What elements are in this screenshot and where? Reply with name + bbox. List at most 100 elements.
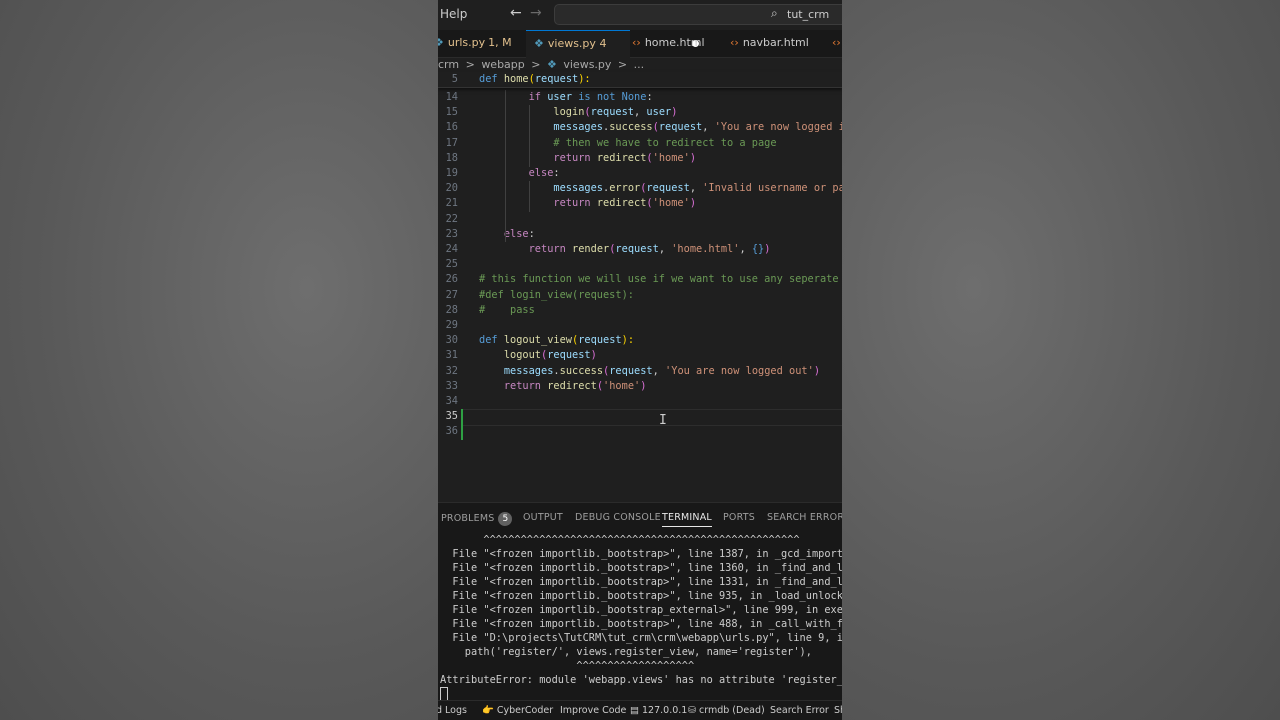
status-search-error[interactable]: Search Error <box>770 705 829 716</box>
arrow-right-icon[interactable]: → <box>530 5 542 21</box>
panel-tab-debug-console[interactable]: DEBUG CONSOLE <box>575 512 661 523</box>
code-line[interactable]: 15 login(request, user) <box>438 105 842 120</box>
terminal-output[interactable]: ^^^^^^^^^^^^^^^^^^^^^^^^^^^^^^^^^^^^^^^^… <box>440 533 842 701</box>
status-database-connection[interactable]: ⛁ crmdb (Dead) <box>688 705 765 716</box>
code-token: messages <box>553 182 604 195</box>
code-token: return <box>553 197 597 210</box>
code-line[interactable]: 18 return redirect('home') <box>438 151 842 166</box>
indent-guide <box>505 90 506 242</box>
code-token: , <box>739 243 752 255</box>
code-token: def <box>479 334 504 347</box>
code-token: : <box>528 227 535 240</box>
code-token: ): <box>578 73 591 85</box>
status-label: CyberCoder <box>496 705 554 716</box>
sticky-scroll-line[interactable]: 5 def home(request): <box>438 72 842 88</box>
code-line[interactable]: 25 <box>438 257 842 272</box>
code-line[interactable]: 34 <box>438 394 842 409</box>
code-line[interactable]: 23 else: <box>438 227 842 242</box>
tab-views-py[interactable]: ❖ views.py 4 <box>526 30 699 58</box>
status-overflow[interactable]: Sh <box>834 705 842 716</box>
breadcrumb-symbols[interactable]: ... <box>634 58 645 71</box>
code-line[interactable]: 28 # pass <box>438 303 842 318</box>
panel-tab-ports[interactable]: PORTS <box>723 512 755 523</box>
code-token: request <box>646 182 690 195</box>
code-line[interactable]: 14 if user is not None: <box>438 90 842 105</box>
breadcrumb-webapp[interactable]: webapp <box>481 58 524 71</box>
tab-label: PROBLEMS <box>441 513 495 524</box>
tab-badge: 4 <box>599 37 607 50</box>
status-cybercoder[interactable]: 👉 CyberCoder <box>482 705 553 716</box>
panel-tab-search-error[interactable]: SEARCH ERROR <box>767 512 842 523</box>
tab-label: urls.py <box>447 36 486 49</box>
tab-navbar-html[interactable]: ‹› navbar.html <box>730 30 809 57</box>
code-line[interactable]: 16 messages.success(request, 'You are no… <box>438 120 842 135</box>
code-line[interactable]: 32 messages.success(request, 'You are no… <box>438 364 842 379</box>
code-line[interactable]: 27 #def login_view(request): <box>438 288 842 303</box>
status-improve-code[interactable]: Improve Code <box>560 705 626 716</box>
code-token: , <box>689 182 703 195</box>
code-token: messages <box>503 364 554 377</box>
code-token: redirect <box>596 151 647 164</box>
terminal-prompt[interactable] <box>440 687 842 701</box>
problems-count-badge: 5 <box>498 512 513 526</box>
tab-home-html[interactable]: ‹› home.html <box>632 30 705 57</box>
code-text: messages.success(request, 'You are now l… <box>479 364 820 379</box>
code-text: def logout_view(request): <box>479 333 634 348</box>
code-line[interactable]: 22 <box>438 212 842 227</box>
menu-help[interactable]: Help <box>440 7 467 21</box>
code-line[interactable]: 24 return render(request, 'home.html', {… <box>438 242 842 257</box>
command-center-search[interactable]: ⌕ tut_crm <box>554 4 842 25</box>
line-number: 34 <box>445 395 458 407</box>
database-icon: ▤ <box>630 705 639 716</box>
code-token: , <box>702 121 715 134</box>
code-line[interactable]: 20 messages.error(request, 'Invalid user… <box>438 181 842 196</box>
code-line[interactable]: 26 # this function we will use if we want… <box>438 272 842 287</box>
status-database-host[interactable]: ▤ 127.0.0.1 <box>630 705 687 716</box>
line-number: 25 <box>445 258 458 271</box>
tab-overflow[interactable]: ‹› <box>832 30 842 57</box>
panel-tab-problems[interactable]: PROBLEMS 5 <box>441 512 513 526</box>
code-text: return redirect('home') <box>479 151 696 166</box>
code-token: ) <box>689 197 697 210</box>
terminal-line: File "<frozen importlib._bootstrap_exter… <box>440 604 842 616</box>
chevron-right-icon: > <box>617 58 628 71</box>
code-line[interactable]: 17 # then we have to redirect to a page <box>438 136 842 151</box>
panel-tab-terminal[interactable]: TERMINAL <box>662 512 712 527</box>
panel-tab-output[interactable]: OUTPUT <box>523 512 563 523</box>
line-number: 35 <box>445 410 458 423</box>
tab-urls-py[interactable]: ❖ urls.py 1, M <box>438 30 512 57</box>
code-line[interactable]: 35 <box>438 409 842 424</box>
html-file-icon: ‹› <box>632 36 641 49</box>
code-token: , <box>658 243 672 255</box>
code-token: 'You are now logged out' <box>665 364 814 377</box>
code-token: request <box>615 243 659 255</box>
code-line[interactable]: 21 return redirect('home') <box>438 196 842 211</box>
code-token: 'home' <box>652 151 690 164</box>
code-line[interactable]: 19 else: <box>438 166 842 181</box>
code-token: , <box>652 364 666 377</box>
editor-tabs: ❖ urls.py 1, M ❖ views.py 4 ‹› home.html ‹› n… <box>438 30 842 58</box>
code-line[interactable]: 36 <box>438 424 842 439</box>
breadcrumb-crm[interactable]: crm <box>438 58 459 71</box>
breadcrumb-views-py[interactable]: views.py <box>563 58 611 71</box>
arrow-left-icon[interactable]: ← <box>510 5 522 21</box>
status-bar: d Logs 👉 CyberCoder Improve Code ▤ 127.0… <box>438 700 842 720</box>
line-number: 24 <box>445 243 458 255</box>
code-line[interactable]: 29 <box>438 318 842 333</box>
code-line[interactable]: 33 return redirect('home') <box>438 379 842 394</box>
line-number: 33 <box>445 379 458 392</box>
code-token: None <box>621 91 647 103</box>
code-line[interactable]: 30 def logout_view(request): <box>438 333 842 348</box>
code-line[interactable]: 31 logout(request) <box>438 348 842 363</box>
line-number: 30 <box>445 334 458 347</box>
status-logs[interactable]: d Logs <box>438 705 467 716</box>
code-token: request <box>609 364 653 377</box>
code-editor[interactable]: I 5 def home(request): 14 if user is not N… <box>438 72 842 502</box>
status-label: crmdb (Dead) <box>699 705 765 716</box>
code-token: # then we have to redirect to a page <box>553 136 777 149</box>
